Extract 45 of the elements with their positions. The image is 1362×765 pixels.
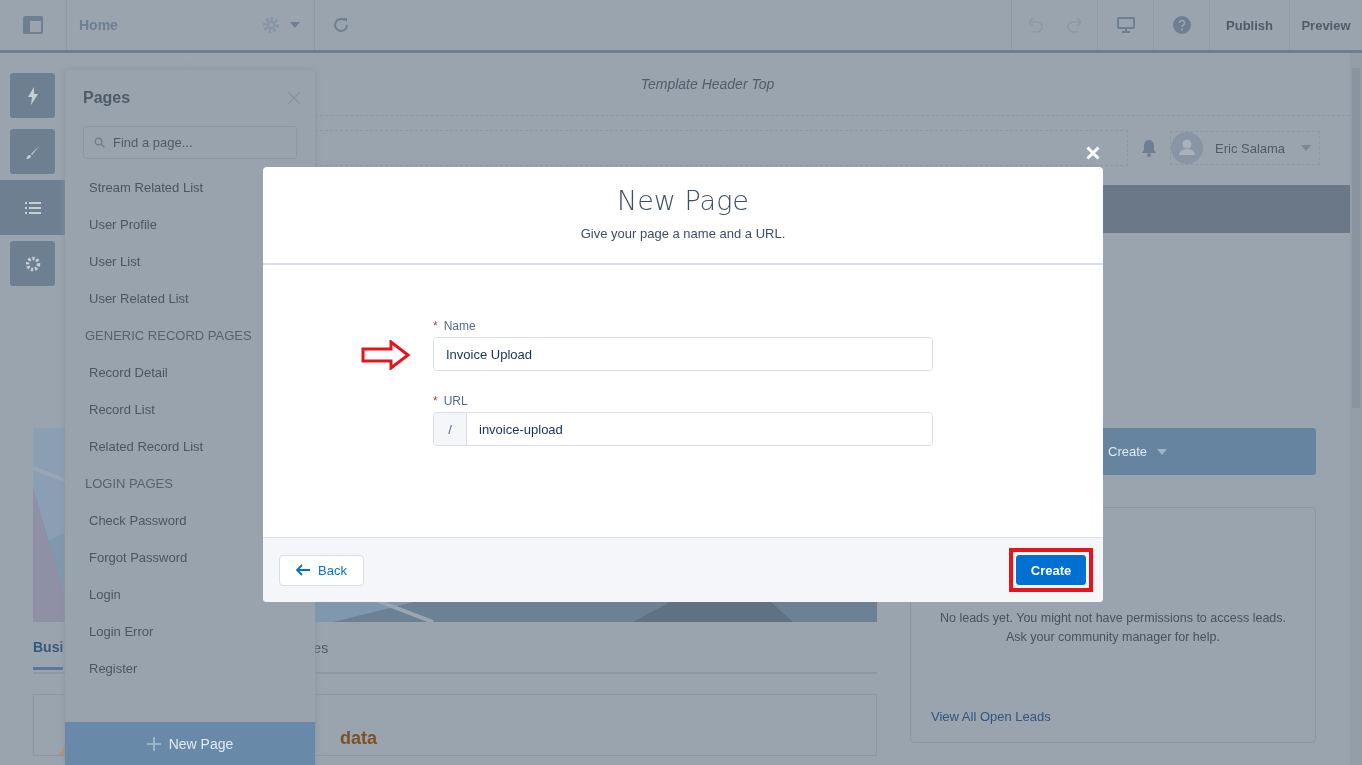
refresh-icon[interactable] [332, 16, 350, 34]
panel-title: Pages [83, 89, 131, 107]
field-label: Name [443, 319, 476, 333]
required-mark: * [433, 394, 438, 408]
back-button[interactable]: Back [279, 554, 364, 586]
back-arrow-icon [296, 564, 311, 576]
scrollbar[interactable] [1350, 53, 1362, 765]
text-field[interactable]: / invoice-upload [433, 412, 933, 446]
monitor-icon[interactable] [1116, 17, 1135, 33]
caret-icon[interactable] [290, 22, 300, 28]
dialog-subtitle: Give your page a name and a URL. [579, 226, 787, 241]
arrow-annotation [361, 340, 411, 370]
list-icon [24, 201, 41, 214]
toolbar-button[interactable]: Publish [1210, 0, 1290, 50]
dialog-title: New Page [616, 185, 750, 216]
page-item[interactable]: Login Error [65, 623, 315, 660]
region-label: Template Header Top [640, 76, 775, 92]
brush-button[interactable] [10, 129, 55, 174]
search-field[interactable]: Find a page... [83, 126, 297, 159]
search-icon [94, 137, 105, 148]
input-field[interactable]: Invoice Upload [434, 338, 932, 370]
page-item[interactable]: Register [65, 660, 315, 697]
settings-icon [24, 255, 41, 272]
search-input[interactable]: Find a page... [111, 134, 285, 151]
url-prefix: / [434, 413, 467, 445]
bell-icon[interactable] [1140, 139, 1158, 157]
plus-icon [146, 736, 161, 751]
caret-icon[interactable] [1301, 145, 1311, 151]
help-icon[interactable] [1172, 16, 1191, 34]
section-heading: GENERIC RECORD PAGES [84, 327, 253, 345]
layout-icon[interactable] [22, 15, 44, 35]
avatar-icon[interactable] [1171, 132, 1203, 164]
section-heading: LOGIN PAGES [84, 475, 174, 493]
view-leads-link[interactable]: View All Open Leads [931, 709, 1295, 724]
create-button[interactable]: Create [1015, 554, 1087, 586]
required-mark: * [433, 319, 438, 333]
lightning-button[interactable] [10, 73, 55, 118]
page-item[interactable]: Login [65, 586, 315, 623]
caret-icon [1157, 448, 1168, 455]
settings-button[interactable] [10, 241, 55, 286]
field-label: URL [443, 394, 468, 408]
empty-message: data [340, 728, 377, 749]
lightning-icon [26, 86, 39, 105]
toolbar-button[interactable]: Preview [1290, 0, 1362, 50]
empty-message: No leads yet. You might not have permissions to access leads. Ask your community manager for help. [939, 610, 1287, 646]
